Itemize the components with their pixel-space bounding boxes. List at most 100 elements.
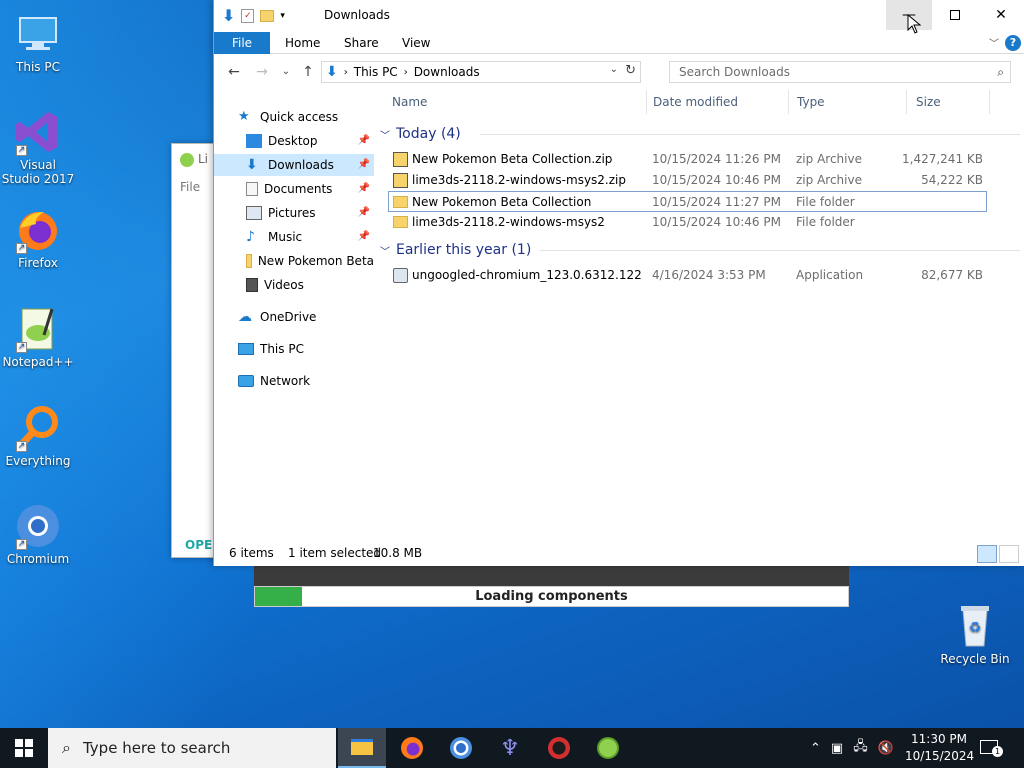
desktop-icon-notepad-plus-plus[interactable]: ↗ Notepad++ <box>0 305 76 369</box>
file-row[interactable]: lime3ds-2118.2-windows-msys2.zip 10/15/2… <box>389 170 987 191</box>
desktop-icon-firefox[interactable]: ↗ Firefox <box>0 206 76 270</box>
chromium-icon: ↗ <box>14 502 62 550</box>
nav-downloads[interactable]: ⬇ Downloads 📌 <box>214 154 374 176</box>
address-dropdown-icon[interactable]: ⌄ <box>610 64 618 75</box>
file-row[interactable]: lime3ds-2118.2-windows-msys2 10/15/2024 … <box>389 212 987 233</box>
details-view-button[interactable] <box>977 545 997 563</box>
security-icon[interactable]: ▣ <box>831 741 843 756</box>
nav-desktop[interactable]: Desktop 📌 <box>246 130 374 152</box>
title-bar[interactable]: ⬇ ✓ ▾ Downloads — ✕ <box>214 0 1024 32</box>
start-button[interactable] <box>0 728 48 768</box>
file-explorer-window[interactable]: ⬇ ✓ ▾ Downloads — ✕ File Home Share View… <box>213 0 1024 566</box>
taskbar-search-box[interactable]: ⌕ Type here to search <box>48 728 336 768</box>
tab-share[interactable]: Share <box>330 32 393 54</box>
taskbar-file-explorer[interactable] <box>338 728 386 768</box>
magnifier-icon: ↗ <box>14 404 62 452</box>
nav-onedrive[interactable]: ☁ OneDrive <box>238 306 374 328</box>
new-folder-icon[interactable] <box>260 9 275 22</box>
desktop-icon-this-pc[interactable]: This PC <box>0 10 76 74</box>
column-date-modified[interactable]: Date modified <box>645 90 789 114</box>
search-icon: ⌕ <box>997 65 1004 79</box>
taskbar-app-red[interactable] <box>535 728 583 768</box>
forward-button[interactable]: → <box>252 62 272 82</box>
taskbar-clock[interactable]: 11:30 PM 10/15/2024 <box>905 731 974 765</box>
computer-icon <box>238 343 254 355</box>
pictures-folder-icon <box>246 206 262 220</box>
maximize-button[interactable] <box>932 0 978 30</box>
action-center-button[interactable]: 1 <box>980 736 1004 760</box>
large-icons-view-button[interactable] <box>999 545 1019 563</box>
background-window-file-menu[interactable]: File <box>180 180 200 194</box>
nav-quick-access[interactable]: ★ Quick access <box>238 106 374 128</box>
refresh-icon[interactable]: ↻ <box>625 63 636 78</box>
taskbar-app-bird[interactable]: ♆ <box>486 728 534 768</box>
help-icon[interactable]: ? <box>1005 35 1021 51</box>
column-size[interactable]: Size <box>908 90 990 114</box>
arrow-right-icon: → <box>256 64 268 80</box>
breadcrumb-downloads[interactable]: Downloads <box>414 65 480 79</box>
tab-file[interactable]: File <box>214 32 270 54</box>
group-header-today[interactable]: ﹀ Today (4) <box>380 124 1020 144</box>
close-button[interactable]: ✕ <box>978 0 1024 30</box>
properties-icon[interactable]: ✓ <box>241 8 255 23</box>
search-input[interactable]: Search Downloads ⌕ <box>669 61 1011 83</box>
pin-icon: 📌 <box>357 207 370 218</box>
expand-ribbon-icon[interactable]: ﹀ <box>989 35 999 50</box>
application-icon <box>393 268 408 283</box>
pin-icon: 📌 <box>357 183 370 194</box>
downloads-folder-icon: ⬇ <box>246 157 258 173</box>
nav-videos[interactable]: Videos <box>246 274 374 296</box>
back-button[interactable]: ← <box>224 62 244 82</box>
taskbar-firefox[interactable] <box>388 728 436 768</box>
group-header-earlier-this-year[interactable]: ﹀ Earlier this year (1) <box>380 240 1020 260</box>
nav-this-pc[interactable]: This PC <box>238 338 374 360</box>
navigation-pane: ★ Quick access Desktop 📌 ⬇ Downloads 📌 Doc… <box>214 100 374 540</box>
file-row[interactable]: ungoogled-chromium_123.0.6312.122-1.... … <box>389 265 987 286</box>
loading-window: Loading components <box>254 565 849 607</box>
nav-new-pokemon-beta[interactable]: New Pokemon Beta <box>246 250 374 272</box>
recent-locations-button[interactable]: ⌄ <box>276 62 296 82</box>
file-explorer-icon <box>351 739 373 755</box>
network-tray-icon[interactable]: 🖧 <box>853 737 868 759</box>
tab-view[interactable]: View <box>388 32 444 54</box>
firefox-icon <box>401 737 423 759</box>
notepad-plus-plus-icon: ↗ <box>14 305 62 353</box>
downloads-icon: ⬇ <box>326 64 338 80</box>
nav-network[interactable]: Network <box>238 370 374 392</box>
column-name[interactable]: Name <box>384 90 647 114</box>
address-row: ← → ⌄ ↑ ⬇ › This PC › Downloads ⌄ ↻ Sear… <box>214 58 1024 86</box>
file-row-selected[interactable]: New Pokemon Beta Collection 10/15/2024 1… <box>388 191 987 212</box>
customize-toolbar-icon[interactable]: ▾ <box>280 11 285 21</box>
desktop-icon-recycle-bin[interactable]: ♻ Recycle Bin <box>937 602 1013 666</box>
folder-icon <box>393 196 408 208</box>
group-divider <box>540 250 1020 251</box>
zip-archive-icon <box>393 152 408 167</box>
breadcrumb-chevron-icon: › <box>403 66 408 78</box>
file-row[interactable]: New Pokemon Beta Collection.zip 10/15/20… <box>389 149 987 170</box>
chevron-up-icon[interactable]: ⌃ <box>810 741 821 756</box>
file-list-header: Name Date modified Type Size <box>384 90 1014 114</box>
breadcrumb-this-pc[interactable]: This PC <box>354 65 398 79</box>
column-type[interactable]: Type <box>789 90 907 114</box>
arrow-up-icon: ↑ <box>302 64 314 80</box>
zip-archive-icon <box>393 173 408 188</box>
breadcrumb-chevron-icon: › <box>343 66 348 78</box>
desktop-icon-visual-studio[interactable]: ↗ Visual Studio 2017 <box>0 108 76 186</box>
taskbar-lime3ds[interactable] <box>584 728 632 768</box>
desktop-folder-icon <box>246 134 262 148</box>
nav-pictures[interactable]: Pictures 📌 <box>246 202 374 224</box>
maximize-icon <box>950 10 960 20</box>
volume-muted-icon[interactable]: 🔇 <box>878 741 894 756</box>
taskbar-chromium[interactable] <box>437 728 485 768</box>
lime-icon <box>180 152 194 167</box>
nav-music[interactable]: ♪ Music 📌 <box>246 226 374 248</box>
mouse-cursor-icon <box>907 13 922 34</box>
nav-documents[interactable]: Documents 📌 <box>246 178 374 200</box>
recycle-bin-icon: ♻ <box>951 602 999 650</box>
tab-home[interactable]: Home <box>271 32 334 54</box>
address-bar[interactable]: ⬇ › This PC › Downloads ⌄ ↻ <box>321 61 641 83</box>
desktop-icon-chromium[interactable]: ↗ Chromium <box>0 502 76 566</box>
desktop-icon-everything[interactable]: ↗ Everything <box>0 404 76 468</box>
up-button[interactable]: ↑ <box>298 62 318 82</box>
chevron-down-icon: ⌄ <box>281 66 291 77</box>
